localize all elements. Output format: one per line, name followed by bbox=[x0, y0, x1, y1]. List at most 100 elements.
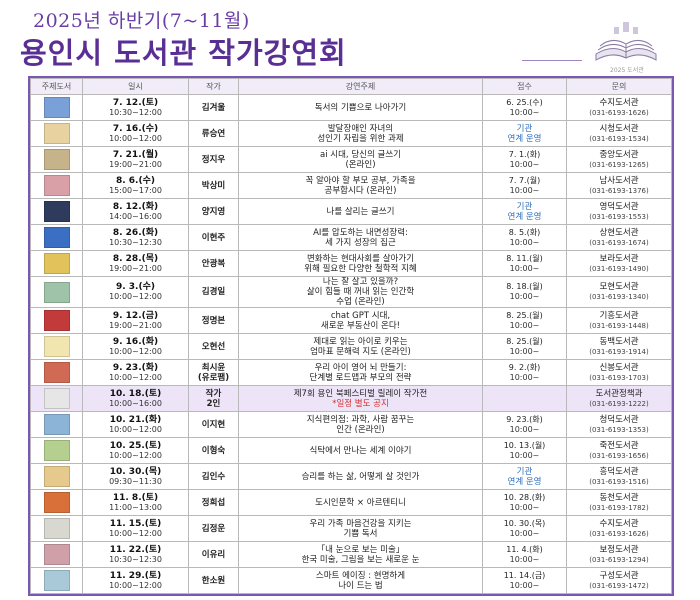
open-book-icon bbox=[595, 22, 657, 61]
table-row: 9. 23.(화) 10:00~12:00 최시윤 (유로팸) 우리 아이 영어 뇌 … bbox=[30, 359, 672, 386]
date-cell: 11. 15.(토) 10:00~12:00 bbox=[82, 515, 189, 542]
apply-cell: 10. 30.(목) 10:00~ bbox=[482, 515, 567, 542]
apply-time: 10:00~ bbox=[509, 185, 540, 195]
topic-cell: 나는 잘 살고 있을까? 삶이 힘들 때 꺼내 읽는 인간학 수업 (온라인) bbox=[238, 276, 483, 308]
author-cell: 양지영 bbox=[188, 198, 239, 225]
topic-line: 꼭 알아야 할 부모 공부, 가족을 bbox=[305, 175, 416, 186]
author-cell: 안광복 bbox=[188, 250, 239, 277]
apply-cell: 8. 25.(월) 10:00~ bbox=[482, 333, 567, 360]
author-cell: 최시윤 (유로팸) bbox=[188, 359, 239, 386]
topic-line: 새로운 부동산이 온다! bbox=[320, 320, 401, 331]
library-name: 동천도서관 bbox=[599, 492, 639, 503]
table-row: 9. 16.(화) 10:00~12:00 오현선 제대로 읽는 아이로 키우는 엄마표… bbox=[30, 333, 672, 360]
cover-cell bbox=[30, 120, 83, 147]
apply-time: 10:00~ bbox=[509, 292, 540, 301]
page-subtitle: 2025년 하반기(7~11월) bbox=[33, 10, 250, 32]
book-cover-image bbox=[43, 227, 70, 248]
table-row: 11. 29.(토) 10:00~12:00 한소원 스마트 에이징 : 현명하게 나이… bbox=[30, 567, 672, 594]
lecture-table-frame: 주제도서 일시 작가 강연주제 접수 문의 7. 12.(토) 10:30~12:… bbox=[28, 76, 674, 596]
apply-cell: 6. 25.(수) 10:00~ bbox=[482, 94, 567, 121]
table-row: 11. 8.(토) 11:00~13:00 정희섭 도시인문학 × 아르텐티니 10. … bbox=[30, 489, 672, 516]
author-cell: 김정운 bbox=[188, 515, 239, 542]
library-phone: (031-6193-1448) bbox=[589, 321, 649, 330]
apply-date: 8. 25.(월) bbox=[506, 310, 543, 320]
table-row: 10. 21.(화) 10:00~12:00 이지현 지식편의점: 과학, 사람 꿈꾸… bbox=[30, 411, 672, 438]
library-name: 보정도서관 bbox=[599, 544, 639, 555]
book-cover-image bbox=[43, 336, 70, 357]
library-name: 모현도서관 bbox=[599, 282, 639, 292]
author-name: 정지우 bbox=[201, 154, 226, 165]
topic-cell: 제대로 읽는 아이로 키우는 엄마표 문해력 지도 (온라인) bbox=[238, 333, 483, 360]
author-name: 한소원 bbox=[201, 575, 226, 586]
cover-cell bbox=[30, 276, 83, 308]
author-name: 이형숙 bbox=[201, 445, 226, 456]
author-cell: 이지현 bbox=[188, 411, 239, 438]
lecture-time: 19:00~21:00 bbox=[109, 159, 162, 169]
library-name: 보라도서관 bbox=[599, 253, 639, 264]
apply-date: 7. 1.(화) bbox=[508, 149, 541, 159]
apply-time: 10:00~ bbox=[509, 320, 540, 330]
table-row: 10. 25.(토) 10:00~12:00 이형숙 식탁에서 만나는 세계 이야기 1… bbox=[30, 437, 672, 464]
author-cell: 김겨울 bbox=[188, 94, 239, 121]
topic-cell: 식탁에서 만나는 세계 이야기 bbox=[238, 437, 483, 464]
lecture-date: 9. 23.(화) bbox=[112, 362, 159, 373]
topic-line: 우리 가족 마음건강을 지키는 bbox=[309, 518, 412, 529]
lecture-table: 주제도서 일시 작가 강연주제 접수 문의 7. 12.(토) 10:30~12:… bbox=[30, 78, 672, 594]
author-name: 이현주 bbox=[201, 232, 226, 243]
library-phone: (031-6193-1353) bbox=[589, 425, 649, 434]
book-cover-image bbox=[43, 253, 70, 274]
book-cover-image bbox=[43, 440, 70, 461]
topic-cell: 꼭 알아야 할 부모 공부, 가족을 공부합시다 (온라인) bbox=[238, 172, 483, 199]
column-header-apply: 접수 bbox=[482, 78, 567, 95]
apply-time: 10:00~ bbox=[509, 424, 540, 434]
library-phone: (031-6193-1376) bbox=[589, 186, 649, 195]
topic-line: ai 시대, 당신의 글쓰기 bbox=[320, 149, 401, 160]
topic-line: 단계별 로드맵과 부모의 전략 bbox=[309, 372, 412, 383]
library-name: 신봉도서관 bbox=[599, 362, 639, 373]
apply-date: 8. 18.(월) bbox=[506, 282, 543, 291]
library-name: 흥덕도서관 bbox=[599, 466, 639, 477]
library-phone: (031-6193-1222) bbox=[589, 399, 649, 408]
table-row: 8. 12.(화) 14:00~16:00 양지영 나를 살리는 글쓰기 기관 연계 운… bbox=[30, 198, 672, 225]
author-cell: 박상미 bbox=[188, 172, 239, 199]
lecture-date: 10. 18.(토) bbox=[109, 388, 162, 399]
apply-date: 8. 25.(월) bbox=[506, 336, 543, 346]
apply-date: 10. 13.(월) bbox=[503, 440, 546, 450]
author-name: 정명본 bbox=[201, 315, 226, 326]
lecture-time: 10:00~12:00 bbox=[109, 372, 162, 382]
cover-cell bbox=[30, 437, 83, 464]
table-row: 8. 6.(수) 15:00~17:00 박상미 꼭 알아야 할 부모 공부, 가족을… bbox=[30, 172, 672, 199]
apply-cell: 10. 28.(화) 10:00~ bbox=[482, 489, 567, 516]
cover-cell bbox=[30, 411, 83, 438]
lecture-date: 11. 8.(토) bbox=[112, 492, 159, 503]
date-cell: 9. 16.(화) 10:00~12:00 bbox=[82, 333, 189, 360]
cover-cell bbox=[30, 385, 83, 412]
book-cover-image bbox=[43, 201, 70, 222]
topic-line: 공부합시다 (온라인) bbox=[324, 185, 397, 196]
library-phone: (031-6193-1472) bbox=[589, 581, 649, 590]
apply-cell: 기관 연계 운영 bbox=[482, 120, 567, 147]
topic-line: 발달장애인 자녀의 bbox=[327, 123, 394, 134]
book-cover-image bbox=[43, 414, 70, 435]
inquiry-cell: 모현도서관 (031-6193-1340) bbox=[566, 276, 672, 308]
date-cell: 11. 22.(토) 10:30~12:30 bbox=[82, 541, 189, 568]
library-phone: (031-6193-1782) bbox=[589, 503, 649, 512]
apply-date: 11. 14.(금) bbox=[503, 570, 546, 580]
date-cell: 11. 29.(토) 10:00~12:00 bbox=[82, 567, 189, 594]
topic-line: 우리 아이 영어 뇌 만들기: bbox=[314, 362, 407, 373]
table-row: 10. 18.(토) 10:00~16:00 작가 2인 제7회 용인 북페스티벌 릴… bbox=[30, 385, 672, 412]
table-row: 8. 28.(목) 19:00~21:00 안광복 변화하는 현대사회를 살아가기 위해… bbox=[30, 250, 672, 277]
table-row: 7. 16.(수) 10:00~12:00 류승연 발달장애인 자녀의 성인기 자립을 … bbox=[30, 120, 672, 147]
apply-cell: 9. 2.(화) 10:00~ bbox=[482, 359, 567, 386]
lecture-date: 8. 6.(수) bbox=[115, 175, 155, 186]
lecture-time: 10:00~16:00 bbox=[109, 398, 162, 408]
topic-cell: 제7회 용인 북페스티벌 릴레이 작가전 *일정 별도 공지 bbox=[238, 385, 483, 412]
table-row: 11. 15.(토) 10:00~12:00 김정운 우리 가족 마음건강을 지키는 기… bbox=[30, 515, 672, 542]
topic-cell: 「내 눈으로 보는 미술」 한국 미술, 그림을 보는 새로운 눈 bbox=[238, 541, 483, 568]
topic-line: 수업 (온라인) bbox=[336, 297, 385, 307]
date-cell: 10. 18.(토) 10:00~16:00 bbox=[82, 385, 189, 412]
apply-cell: 8. 25.(월) 10:00~ bbox=[482, 307, 567, 334]
author-cell: 김경일 bbox=[188, 276, 239, 308]
cover-cell bbox=[30, 359, 83, 386]
library-name: 남사도서관 bbox=[599, 175, 639, 186]
